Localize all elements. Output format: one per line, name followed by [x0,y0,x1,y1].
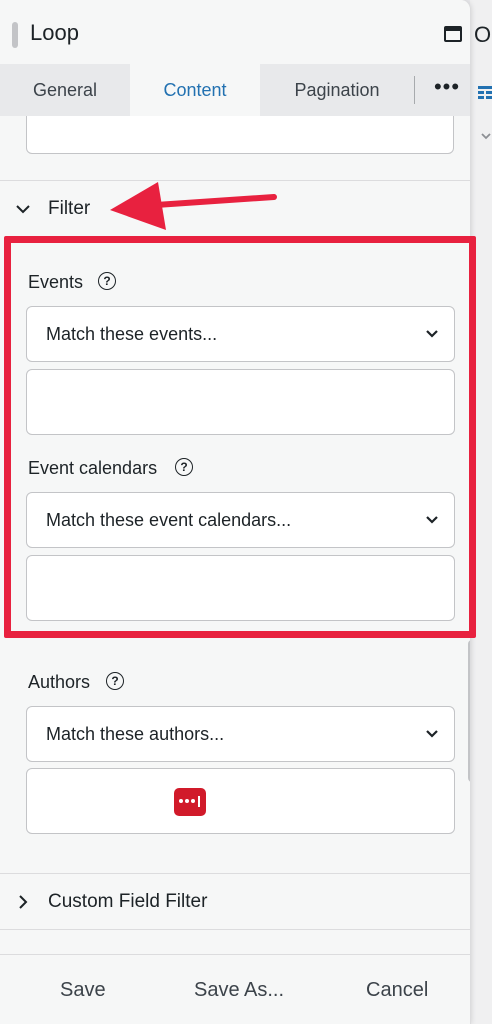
tab-general[interactable]: General [0,64,130,116]
tab-divider [414,76,415,104]
cancel-button[interactable]: Cancel [366,979,428,1002]
save-as-button[interactable]: Save As... [194,979,284,1002]
custom-field-filter-title: Custom Field Filter [48,891,208,912]
chevron-down-icon [426,730,438,738]
panel-title-bar[interactable]: Loop [0,0,470,64]
events-select[interactable]: Match these events... [26,306,455,362]
save-button[interactable]: Save [60,979,106,1002]
chevron-down-icon [426,516,438,524]
filter-section-title: Filter [48,198,91,219]
authors-select-value: Match these authors... [46,724,225,744]
tab-bar: General Content Pagination ••• [0,64,470,116]
event-calendars-select-value: Match these event calendars... [46,510,292,530]
password-manager-icon[interactable] [174,788,206,816]
filter-section-header[interactable]: Filter [0,182,470,238]
event-calendars-select[interactable]: Match these event calendars... [26,492,455,548]
scrollbar[interactable] [468,640,470,782]
more-options-icon[interactable]: ••• [430,64,464,116]
events-select-value: Match these events... [46,324,218,344]
help-icon[interactable]: ? [106,672,124,690]
divider [0,873,470,874]
background-page: O [470,0,492,1024]
drag-handle[interactable] [12,22,18,48]
maximize-icon[interactable] [444,26,462,42]
events-tokens-input[interactable] [26,369,455,435]
help-icon[interactable]: ? [98,272,116,290]
chevron-down-icon [426,330,438,338]
panel-title: Loop [30,20,79,45]
top-field[interactable]: No [26,116,454,154]
loop-settings-panel: Loop General Content Pagination ••• No F… [0,0,471,1024]
tab-content[interactable]: Content [130,64,260,116]
panel-footer: Save Save As... Cancel [0,954,470,1024]
authors-label: Authors [28,672,91,692]
event-calendars-label: Event calendars [28,458,158,478]
events-label: Events [28,272,84,292]
grid-icon [478,86,492,99]
custom-field-filter-section-header[interactable]: Custom Field Filter [0,875,470,931]
background-text: O [474,22,492,47]
chevron-right-icon [19,895,28,909]
divider [0,180,470,181]
help-icon[interactable]: ? [175,458,193,476]
chevron-down-icon [16,205,30,214]
event-calendars-tokens-input[interactable] [26,555,455,621]
panel-content[interactable]: No Filter Events ? Match these events...… [0,116,470,954]
tab-pagination[interactable]: Pagination [262,64,412,116]
authors-select[interactable]: Match these authors... [26,706,455,762]
authors-tokens-input[interactable] [26,768,455,834]
divider [0,929,470,930]
chevron-down-icon [481,133,491,140]
